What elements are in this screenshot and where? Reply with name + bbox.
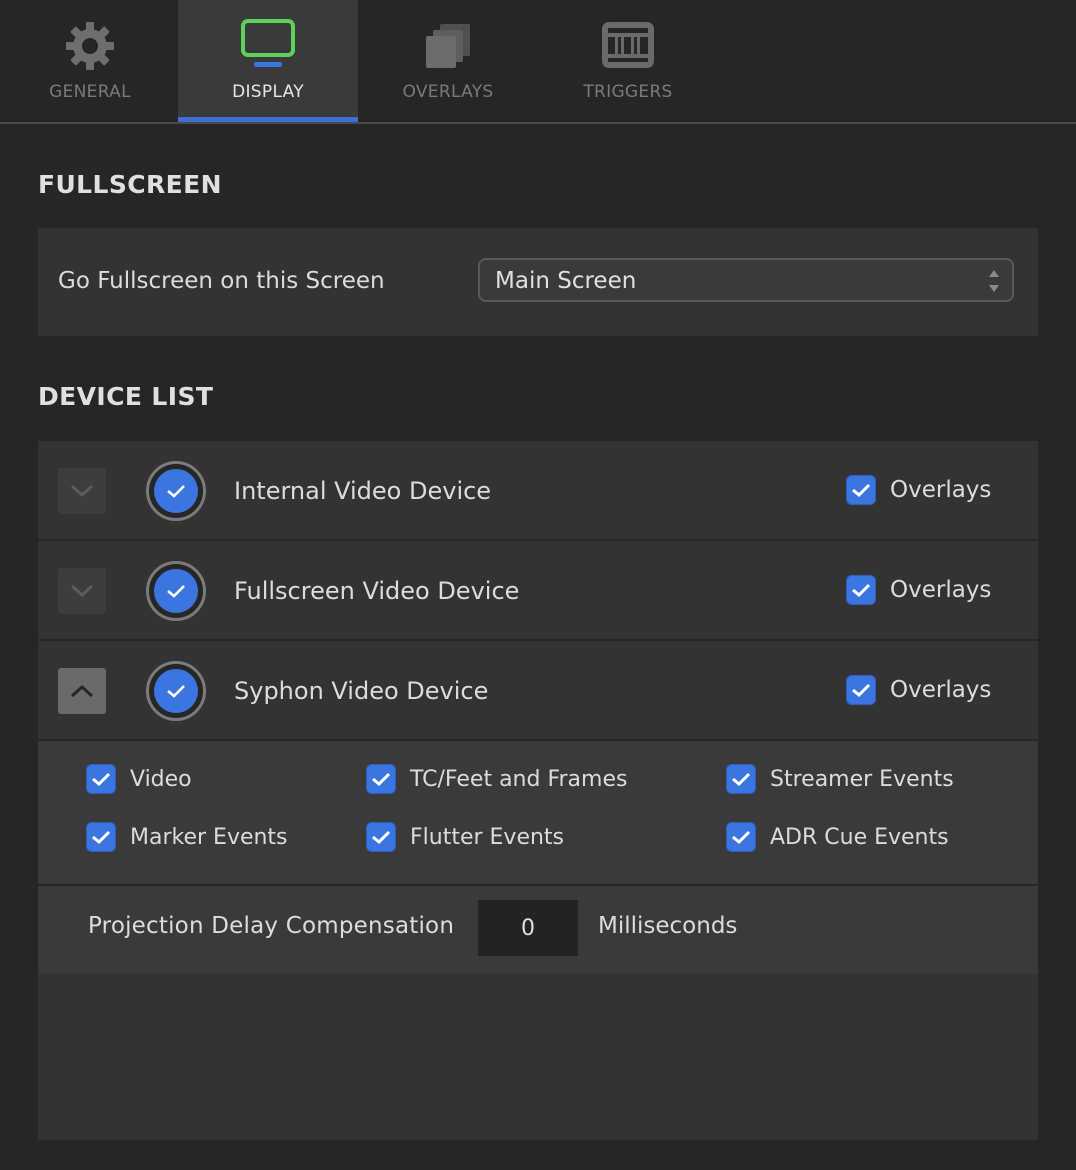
chevron-down-icon	[70, 584, 94, 598]
device-row: Syphon Video Device Overlays	[38, 641, 1038, 739]
marker-events-checkbox[interactable]: Marker Events	[86, 822, 288, 852]
tab-bar: GENERAL DISPLAY OVERLAYS TRIGGERS	[0, 0, 1076, 124]
check-icon	[852, 583, 871, 598]
gear-icon	[0, 18, 180, 74]
overlays-checkbox[interactable]: Overlays	[846, 575, 991, 605]
midi-icon	[538, 18, 718, 74]
device-name: Syphon Video Device	[234, 677, 489, 705]
streamer-events-checkbox[interactable]: Streamer Events	[726, 764, 954, 794]
tab-overlays[interactable]: OVERLAYS	[358, 0, 538, 122]
checkbox-label: Video	[130, 766, 192, 792]
tab-display[interactable]: DISPLAY	[178, 0, 358, 122]
check-icon	[167, 485, 185, 498]
checkbox-label: Streamer Events	[770, 766, 954, 792]
video-checkbox[interactable]: Video	[86, 764, 192, 794]
tab-triggers[interactable]: TRIGGERS	[538, 0, 718, 122]
chevron-up-icon	[70, 684, 94, 698]
device-name: Internal Video Device	[234, 477, 492, 505]
active-tab-indicator	[178, 117, 358, 122]
expand-button[interactable]	[58, 568, 106, 614]
projection-delay-label: Projection Delay Compensation	[88, 913, 455, 939]
tc-feet-frames-checkbox[interactable]: TC/Feet and Frames	[366, 764, 627, 794]
check-icon	[852, 483, 871, 498]
expand-button[interactable]	[58, 468, 106, 514]
layers-icon	[358, 18, 538, 74]
checkbox-label: Flutter Events	[410, 824, 565, 850]
overlays-checkbox[interactable]: Overlays	[846, 675, 991, 705]
projection-delay-row: Projection Delay Compensation 0 Millisec…	[38, 886, 1038, 974]
fullscreen-screen-select[interactable]: Main Screen	[478, 258, 1014, 302]
check-icon	[732, 772, 751, 787]
device-list-empty-area	[38, 974, 1038, 1140]
device-list-heading: DEVICE LIST	[38, 382, 214, 411]
check-icon	[167, 585, 185, 598]
select-value: Main Screen	[495, 268, 637, 294]
checkbox-label: Overlays	[890, 577, 992, 603]
check-icon	[852, 683, 871, 698]
checkbox-label: TC/Feet and Frames	[410, 766, 628, 792]
checkbox-label: Marker Events	[130, 824, 288, 850]
tab-general[interactable]: GENERAL	[0, 0, 180, 122]
checkbox-label: Overlays	[890, 677, 992, 703]
device-enable-radio[interactable]	[146, 561, 206, 621]
check-icon	[92, 772, 111, 787]
tab-label: DISPLAY	[232, 82, 304, 102]
chevron-down-icon	[70, 484, 94, 498]
tab-label: TRIGGERS	[583, 82, 673, 102]
check-icon	[732, 830, 751, 845]
monitor-icon	[178, 18, 358, 74]
adr-cue-events-checkbox[interactable]: ADR Cue Events	[726, 822, 949, 852]
check-icon	[92, 830, 111, 845]
tab-label: GENERAL	[49, 82, 131, 102]
device-enable-radio[interactable]	[146, 461, 206, 521]
syphon-options-panel: Video TC/Feet and Frames Streamer Events…	[38, 741, 1038, 884]
check-icon	[372, 772, 391, 787]
collapse-button[interactable]	[58, 668, 106, 714]
fullscreen-screen-label: Go Fullscreen on this Screen	[58, 268, 385, 294]
device-name: Fullscreen Video Device	[234, 577, 520, 605]
checkbox-label: ADR Cue Events	[770, 824, 949, 850]
check-icon	[167, 685, 185, 698]
checkbox-label: Overlays	[890, 477, 992, 503]
device-enable-radio[interactable]	[146, 661, 206, 721]
tab-label: OVERLAYS	[402, 82, 494, 102]
device-row: Fullscreen Video Device Overlays	[38, 541, 1038, 639]
fullscreen-panel: Go Fullscreen on this Screen Main Screen	[38, 228, 1038, 336]
select-stepper-icon	[988, 268, 1000, 294]
overlays-checkbox[interactable]: Overlays	[846, 475, 991, 505]
delay-unit-label: Milliseconds	[598, 913, 738, 939]
device-row: Internal Video Device Overlays	[38, 441, 1038, 539]
projection-delay-input[interactable]: 0	[478, 900, 578, 956]
check-icon	[372, 830, 391, 845]
flutter-events-checkbox[interactable]: Flutter Events	[366, 822, 564, 852]
fullscreen-heading: FULLSCREEN	[38, 170, 222, 199]
